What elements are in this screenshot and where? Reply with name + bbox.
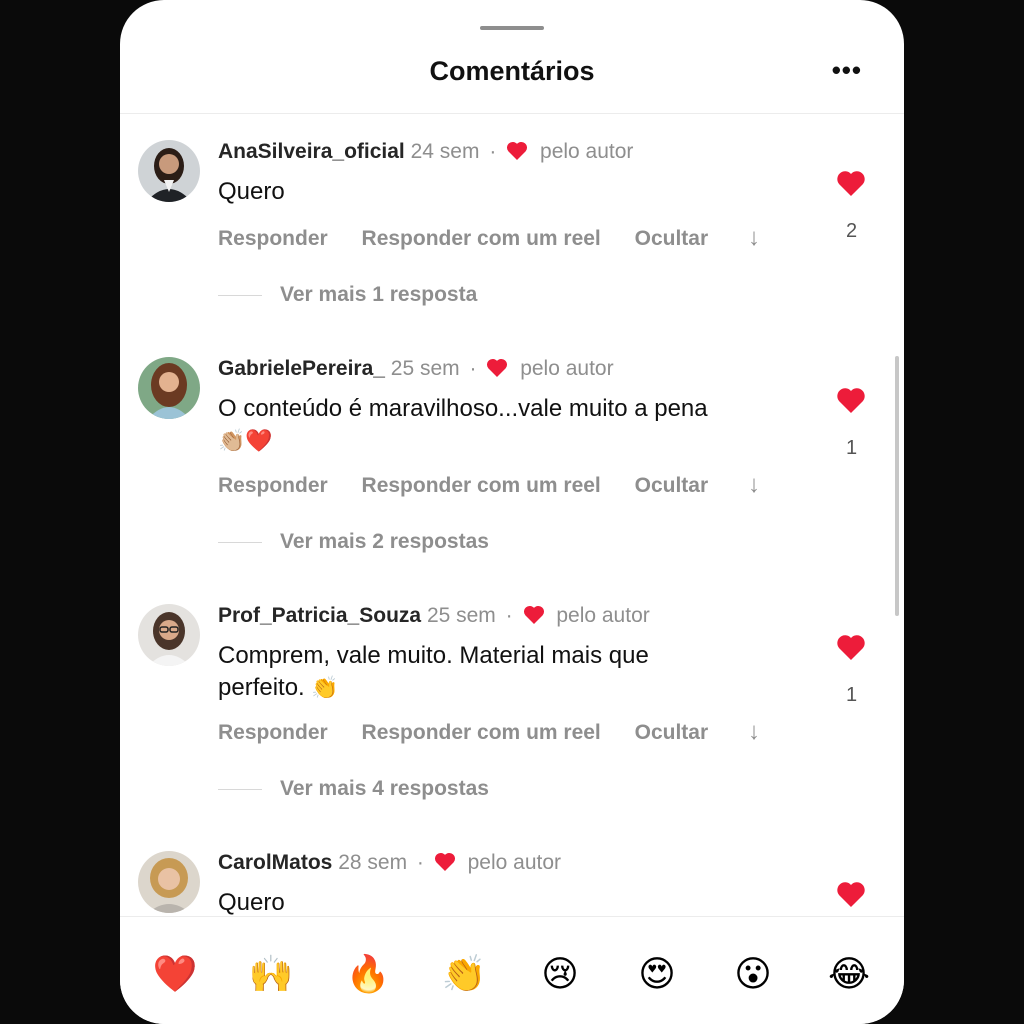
page-title: Comentários: [429, 56, 595, 86]
separator-dot: ·: [489, 140, 497, 163]
comment-actions: Responder Responder com um reel Ocultar …: [218, 718, 760, 746]
author-heart-icon: [486, 358, 508, 383]
heart-eyes-emoji-button[interactable]: 😍: [629, 947, 685, 1003]
comment-body: O conteúdo é maravilhoso...vale muito a …: [218, 395, 708, 422]
comment-text: Quero: [218, 176, 788, 208]
like-count: 1: [846, 437, 858, 459]
scrollbar[interactable]: [895, 356, 899, 616]
crying-face-emoji-button[interactable]: 😢: [532, 947, 588, 1003]
replies-line: [218, 541, 262, 543]
reply-with-reel-button[interactable]: Responder com um reel: [362, 474, 601, 497]
comments-sheet: Comentários ••• AnaSilveira_oficial 24 s…: [120, 0, 904, 1024]
reply-button[interactable]: Responder: [218, 721, 328, 744]
avatar[interactable]: [138, 140, 200, 202]
arrow-down-icon[interactable]: ↓: [748, 718, 760, 745]
raising-hands-emoji-button[interactable]: 🙌: [243, 947, 299, 1003]
avatar[interactable]: [138, 604, 200, 666]
reply-with-reel-button[interactable]: Responder com um reel: [362, 227, 601, 250]
username[interactable]: CarolMatos: [218, 851, 332, 874]
like-count: 1: [846, 684, 858, 706]
comment-body: Quero: [218, 178, 285, 205]
comment-actions: Responder Responder com um reel Ocultar …: [218, 471, 760, 499]
emoji-reaction-bar: ❤️ 🙌 🔥 👏 😢 😍 😮 😂: [120, 916, 904, 1024]
like-heart-icon[interactable]: [836, 170, 866, 201]
username[interactable]: GabrielePereira_: [218, 357, 385, 380]
liked-by-author-label: pelo autor: [520, 357, 614, 380]
separator-dot: ·: [416, 851, 424, 874]
comment-time: 25 sem: [426, 604, 496, 627]
avatar[interactable]: [138, 851, 200, 913]
like-heart-icon[interactable]: [836, 881, 866, 912]
hide-button[interactable]: Ocultar: [635, 227, 709, 250]
comment-body: Comprem, vale muito. Material mais que p…: [218, 642, 649, 701]
author-heart-icon: [523, 605, 545, 630]
reply-with-reel-button[interactable]: Responder com um reel: [362, 721, 601, 744]
view-replies-button[interactable]: Ver mais 2 respostas: [218, 530, 489, 554]
more-options-icon[interactable]: •••: [832, 57, 862, 83]
view-replies-button[interactable]: Ver mais 4 respostas: [218, 777, 489, 801]
view-replies-label: Ver mais 4 respostas: [280, 777, 489, 800]
comment-time: 28 sem: [338, 851, 408, 874]
comment-meta: GabrielePereira_ 25 sem · pelo autor: [218, 357, 614, 383]
replies-line: [218, 294, 262, 296]
hide-button[interactable]: Ocultar: [635, 721, 709, 744]
comment-actions: Responder Responder com um reel Ocultar …: [218, 224, 760, 252]
comment-text: Comprem, vale muito. Material mais que p…: [218, 640, 738, 705]
username[interactable]: Prof_Patricia_Souza: [218, 604, 421, 627]
author-heart-icon: [506, 141, 528, 166]
separator-dot: ·: [505, 604, 513, 627]
clapping-hands-emoji-button[interactable]: 👏: [436, 947, 492, 1003]
view-replies-button[interactable]: Ver mais 1 resposta: [218, 283, 477, 307]
avatar[interactable]: [138, 357, 200, 419]
drag-handle[interactable]: [480, 26, 544, 30]
comment-meta: CarolMatos 28 sem · pelo autor: [218, 851, 561, 877]
like-heart-icon[interactable]: [836, 387, 866, 418]
comment-emoji: 👏🏼❤️: [218, 429, 273, 454]
comment-text: O conteúdo é maravilhoso...vale muito a …: [218, 393, 788, 458]
replies-line: [218, 788, 262, 790]
comments-list: AnaSilveira_oficial 24 sem · pelo autor …: [120, 114, 904, 916]
separator-dot: ·: [469, 357, 477, 380]
username[interactable]: AnaSilveira_oficial: [218, 140, 405, 163]
view-replies-label: Ver mais 2 respostas: [280, 530, 489, 553]
surprised-face-emoji-button[interactable]: 😮: [725, 947, 781, 1003]
comment-emoji: 👏: [311, 676, 339, 701]
comment-text: Quero: [218, 887, 788, 916]
like-heart-icon[interactable]: [836, 634, 866, 665]
hide-button[interactable]: Ocultar: [635, 474, 709, 497]
comment-meta: Prof_Patricia_Souza 25 sem · pelo autor: [218, 604, 650, 630]
author-heart-icon: [434, 852, 456, 877]
fire-emoji-button[interactable]: 🔥: [340, 947, 396, 1003]
comment-time: 24 sem: [410, 140, 480, 163]
laughing-tears-emoji-button[interactable]: 😂: [821, 947, 877, 1003]
liked-by-author-label: pelo autor: [540, 140, 634, 163]
arrow-down-icon[interactable]: ↓: [748, 471, 760, 498]
reply-button[interactable]: Responder: [218, 474, 328, 497]
comment-body: Quero: [218, 889, 285, 916]
like-count: 2: [846, 220, 858, 242]
arrow-down-icon[interactable]: ↓: [748, 224, 760, 251]
liked-by-author-label: pelo autor: [556, 604, 650, 627]
comment-meta: AnaSilveira_oficial 24 sem · pelo autor: [218, 140, 633, 166]
heart-emoji-button[interactable]: ❤️: [147, 947, 203, 1003]
reply-button[interactable]: Responder: [218, 227, 328, 250]
comment-time: 25 sem: [390, 357, 460, 380]
view-replies-label: Ver mais 1 resposta: [280, 283, 478, 306]
liked-by-author-label: pelo autor: [467, 851, 562, 874]
